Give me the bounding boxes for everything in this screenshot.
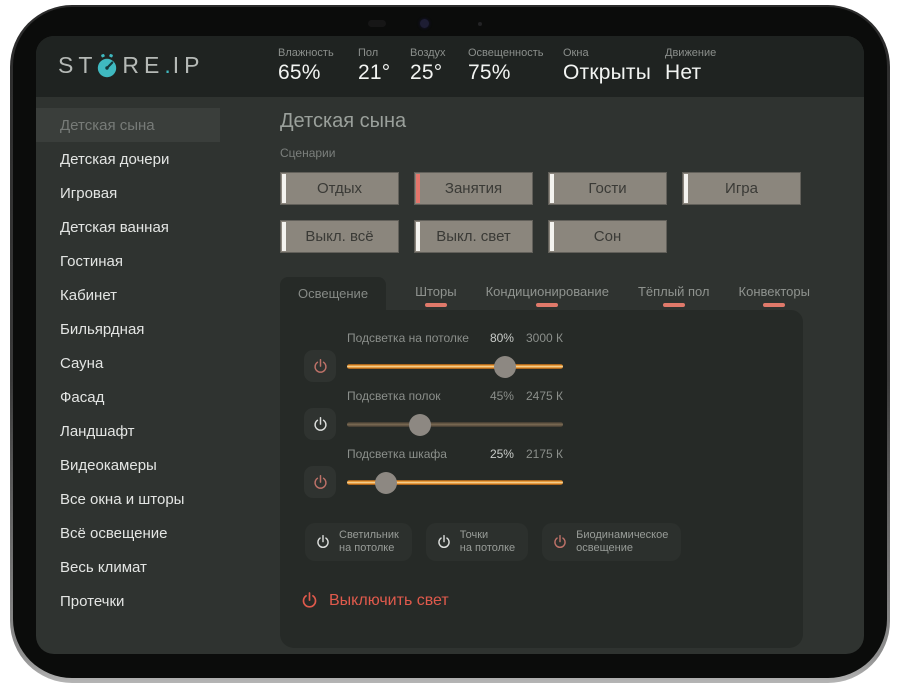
sidebar-item-gostinaya[interactable]: Гостиная (36, 244, 265, 278)
power-icon (552, 534, 568, 550)
front-camera (420, 19, 429, 28)
stat-motion: Движение Нет (665, 47, 716, 85)
tab-konditsionirovanie[interactable]: Кондиционирование (486, 277, 609, 307)
slider-3-track[interactable] (347, 480, 563, 485)
slider-1-percent: 80% (490, 331, 514, 345)
biodynamic-light-button[interactable]: Биодинамическоеосвещение (542, 523, 681, 561)
power-icon (315, 534, 331, 550)
tab-tyoplyj-pol[interactable]: Тёплый пол (638, 277, 710, 307)
logo-text-left: ST (58, 52, 97, 79)
stat-humidity: Влажность 65% (278, 47, 334, 85)
slider-2-name: Подсветка полок (347, 389, 441, 403)
slider-3-name: Подсветка шкафа (347, 447, 447, 461)
tab-konvektory[interactable]: Конвекторы (739, 277, 810, 307)
app-window: ST RE.IP Влажность 65% Пол (36, 36, 864, 654)
power-icon (436, 534, 452, 550)
slider-1-power-button[interactable] (304, 350, 336, 382)
light-sensor (478, 22, 482, 26)
stat-floor-temp: Пол 21° (358, 47, 390, 85)
scenario-otdykh-button[interactable]: Отдых (280, 172, 399, 205)
scenario-accent (684, 174, 688, 203)
tab-underline (663, 303, 685, 307)
slider-2-power-button[interactable] (304, 408, 336, 440)
sidebar-item-igrovaya[interactable]: Игровая (36, 176, 265, 210)
scenario-accent (416, 222, 420, 251)
ceiling-lamp-button[interactable]: Светильникна потолке (305, 523, 412, 561)
slider-1-name: Подсветка на потолке (347, 331, 469, 345)
logo-text-right: RE (122, 52, 164, 79)
tablet-bezel: ST RE.IP Влажность 65% Пол (13, 7, 887, 678)
room-sidebar: Детская сына Детская дочери Игровая Детс… (36, 97, 265, 654)
sidebar-item-detskaya-docheri[interactable]: Детская дочери (36, 142, 265, 176)
scenario-accent (550, 222, 554, 251)
light-group-buttons: Светильникна потолке Точкина потолке Био… (305, 523, 681, 561)
stat-air-temp: Воздух 25° (410, 47, 446, 85)
power-icon (312, 416, 329, 433)
turn-off-light-button[interactable]: Выключить свет (300, 591, 449, 610)
slider-3-percent: 25% (490, 447, 514, 461)
ceiling-spots-button[interactable]: Точкина потолке (426, 523, 528, 561)
tab-osveshchenie[interactable]: Освещение (280, 277, 386, 310)
scenario-row-1: Отдых Занятия Гости Игра (280, 172, 801, 205)
tab-underline (763, 303, 785, 307)
tab-underline (425, 303, 447, 307)
sidebar-item-ves-klimat[interactable]: Весь климат (36, 550, 265, 584)
sidebar-item-protechki[interactable]: Протечки (36, 584, 265, 618)
stopwatch-icon (95, 53, 119, 79)
scenarios-label: Сценарии (280, 146, 335, 160)
lighting-panel: Подсветка на потолке 80% 3000 К Подсветк… (280, 310, 803, 648)
scenario-vykl-vsyo-button[interactable]: Выкл. всё (280, 220, 399, 253)
tab-shtory[interactable]: Шторы (415, 277, 457, 307)
tablet-frame: ST RE.IP Влажность 65% Пол (10, 5, 890, 683)
sensor-bar (368, 20, 386, 27)
scenario-accent (416, 174, 420, 203)
logo-tld: IP (173, 52, 205, 79)
slider-1-knob[interactable] (494, 356, 516, 378)
scenario-accent (550, 174, 554, 203)
scenario-accent (282, 174, 286, 203)
slider-1-header: Подсветка на потолке 80% 3000 К (347, 331, 563, 345)
sidebar-item-kabinet[interactable]: Кабинет (36, 278, 265, 312)
scenario-vykl-svet-button[interactable]: Выкл. свет (414, 220, 533, 253)
slider-3-power-button[interactable] (304, 466, 336, 498)
sidebar-item-videokamery[interactable]: Видеокамеры (36, 448, 265, 482)
scenario-gosti-button[interactable]: Гости (548, 172, 667, 205)
sidebar-item-fasad[interactable]: Фасад (36, 380, 265, 414)
scenario-row-2: Выкл. всё Выкл. свет Сон (280, 220, 667, 253)
slider-2-track[interactable] (347, 422, 563, 427)
slider-3-knob[interactable] (375, 472, 397, 494)
page-title: Детская сына (280, 110, 406, 133)
sidebar-item-detskaya-syna[interactable]: Детская сына (36, 108, 220, 142)
slider-3-kelvin: 2175 К (526, 447, 563, 461)
slider-2-percent: 45% (490, 389, 514, 403)
power-icon (312, 358, 329, 375)
control-tabs: Освещение Шторы Кондиционирование Тёплый… (280, 277, 810, 310)
scenario-accent (282, 222, 286, 251)
slider-2-header: Подсветка полок 45% 2475 К (347, 389, 563, 403)
stat-windows: Окна Открыты (563, 47, 651, 85)
sidebar-item-vse-okna-i-shtory[interactable]: Все окна и шторы (36, 482, 265, 516)
slider-3-header: Подсветка шкафа 25% 2175 К (347, 447, 563, 461)
scenario-zanyatiya-button[interactable]: Занятия (414, 172, 533, 205)
scenario-igra-button[interactable]: Игра (682, 172, 801, 205)
logo-dot: . (164, 52, 172, 79)
tab-underline (536, 303, 558, 307)
slider-2-kelvin: 2475 К (526, 389, 563, 403)
scenario-son-button[interactable]: Сон (548, 220, 667, 253)
slider-1-track[interactable] (347, 364, 563, 369)
app-header: ST RE.IP Влажность 65% Пол (36, 36, 864, 97)
stat-illumination: Освещенность 75% (468, 47, 543, 85)
slider-1-kelvin: 3000 К (526, 331, 563, 345)
sidebar-item-vsyo-osveshchenie[interactable]: Всё освещение (36, 516, 265, 550)
brand-logo: ST RE.IP (58, 52, 204, 79)
slider-2-knob[interactable] (409, 414, 431, 436)
power-icon (312, 474, 329, 491)
sidebar-item-landshaft[interactable]: Ландшафт (36, 414, 265, 448)
sidebar-item-detskaya-vannaya[interactable]: Детская ванная (36, 210, 265, 244)
power-icon (300, 591, 319, 610)
sidebar-item-bilyardnaya[interactable]: Бильярдная (36, 312, 265, 346)
sidebar-item-sauna[interactable]: Сауна (36, 346, 265, 380)
